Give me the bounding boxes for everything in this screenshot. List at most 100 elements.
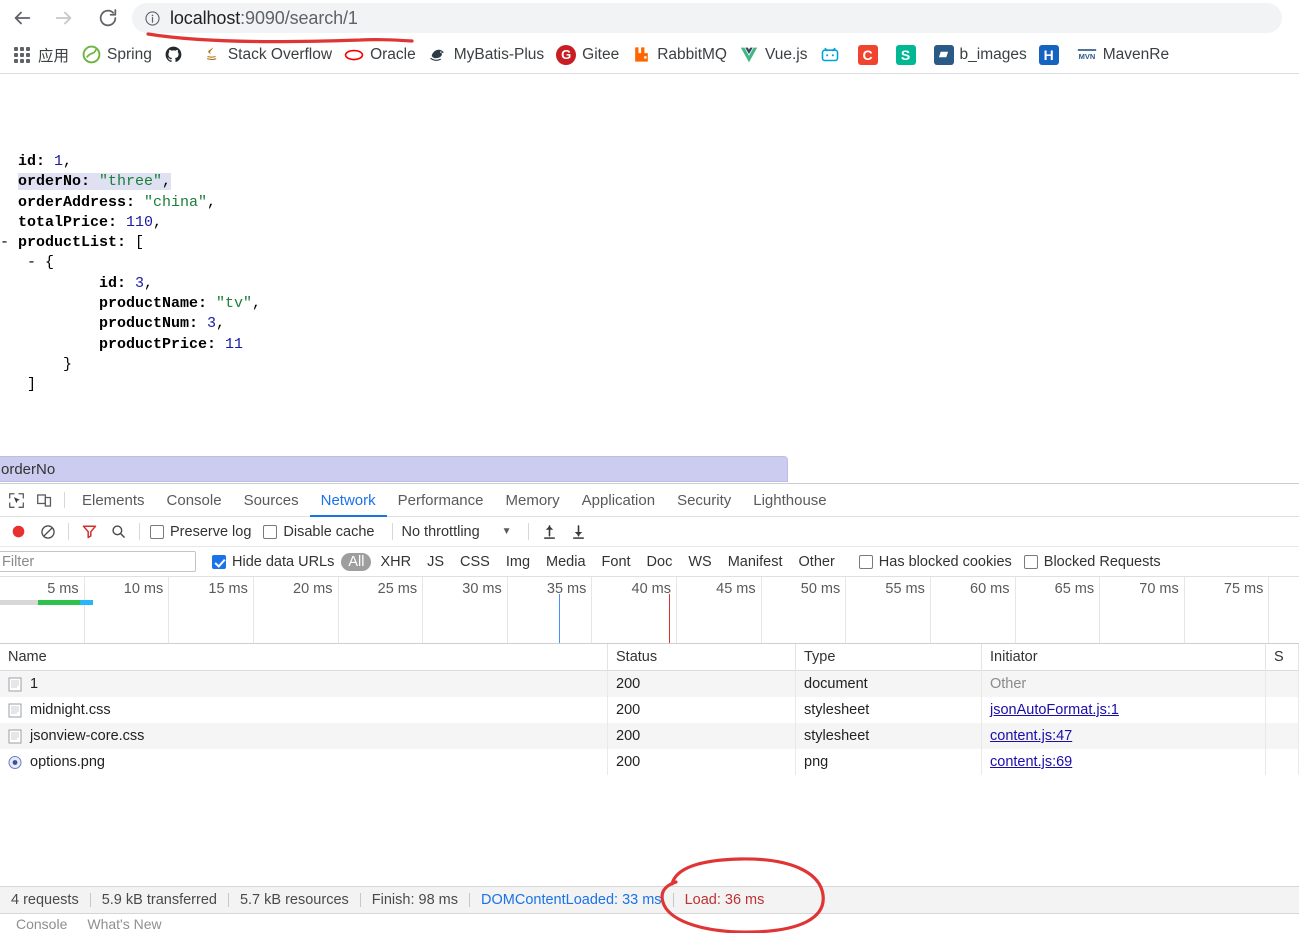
bookmark-spring[interactable]: Spring — [75, 41, 158, 69]
bookmark-rabbitmq[interactable]: RabbitMQ — [625, 41, 733, 69]
json-value: { — [45, 254, 55, 272]
bookmark-mybatis-plus[interactable]: MyBatis-Plus — [422, 41, 550, 69]
bookmark-oracle[interactable]: Oracle — [338, 41, 422, 69]
column-header-s[interactable]: S — [1266, 644, 1299, 671]
column-header-status[interactable]: Status — [608, 644, 796, 671]
cell-initiator-text[interactable]: content.js:47 — [990, 728, 1072, 744]
disable-cache-checkbox[interactable]: Disable cache — [263, 524, 374, 540]
bookmark-s[interactable]: S — [890, 41, 928, 69]
bookmark-maven-repository[interactable]: MVN MavenRe — [1071, 41, 1175, 69]
reload-button[interactable] — [90, 0, 126, 36]
svg-text:MVN: MVN — [1078, 52, 1095, 61]
bookmark-gitee[interactable]: G Gitee — [550, 41, 625, 69]
filter-type-manifest[interactable]: Manifest — [721, 553, 790, 571]
tab-sources[interactable]: Sources — [233, 484, 310, 517]
drawer-tab-console[interactable]: Console — [6, 916, 77, 932]
json-tree[interactable]: id: 1, orderNo: "three", orderAddress: "ch… — [0, 152, 261, 396]
tab-application[interactable]: Application — [571, 484, 666, 517]
hide-data-urls-checkbox[interactable]: Hide data URLs — [212, 554, 334, 570]
tab-elements[interactable]: Elements — [71, 484, 156, 517]
tab-lighthouse[interactable]: Lighthouse — [742, 484, 837, 517]
tab-network[interactable]: Network — [310, 484, 387, 517]
blocked-requests-checkbox[interactable]: Blocked Requests — [1023, 554, 1161, 570]
device-toolbar-icon[interactable] — [30, 487, 58, 513]
filter-type-media[interactable]: Media — [539, 553, 593, 571]
column-header-initiator[interactable]: Initiator — [982, 644, 1266, 671]
tab-security[interactable]: Security — [666, 484, 742, 517]
json-line: productPrice: 11 — [0, 335, 261, 355]
find-highlight-bar[interactable]: orderNo — [0, 456, 788, 482]
filter-input[interactable]: Filter — [0, 551, 196, 572]
bookmark-github[interactable] — [158, 41, 196, 69]
table-row[interactable]: options.png 200 png content.js:69 — [0, 749, 1299, 775]
bookmark-h[interactable]: H — [1033, 41, 1071, 69]
has-blocked-cookies-checkbox[interactable]: Has blocked cookies — [858, 554, 1012, 570]
import-arrow-up-icon[interactable] — [535, 519, 564, 545]
filter-type-ws[interactable]: WS — [681, 553, 718, 571]
table-row[interactable]: jsonview-core.css 200 stylesheet content.js… — [0, 723, 1299, 749]
back-button[interactable] — [4, 0, 40, 36]
json-key: productName: — [99, 295, 217, 313]
bookmark-bilibili[interactable] — [814, 41, 852, 69]
maven-icon: MVN — [1077, 45, 1097, 65]
tab-memory[interactable]: Memory — [495, 484, 571, 517]
cell-name[interactable]: jsonview-core.css — [0, 723, 608, 749]
bookmarks-bar[interactable]: 应用 Spring Stack Overflow Oracle MyBatis-… — [0, 36, 1299, 74]
url-text[interactable]: localhost:9090/search/1 — [166, 8, 358, 29]
java-duke-icon — [202, 45, 222, 65]
cell-status: 200 — [608, 723, 796, 749]
checkbox-box — [212, 554, 226, 569]
table-header-row[interactable]: Name Status Type Initiator S — [0, 644, 1299, 671]
filter-type-doc[interactable]: Doc — [640, 553, 680, 571]
json-line: productName: "tv", — [0, 294, 261, 314]
record-circle-icon[interactable] — [4, 519, 33, 545]
clear-no-entry-icon[interactable] — [33, 519, 62, 545]
bookmark-stack-overflow[interactable]: Stack Overflow — [196, 41, 338, 69]
export-arrow-down-icon[interactable] — [564, 519, 593, 545]
json-collapse-toggle[interactable]: - — [27, 253, 36, 273]
tab-console[interactable]: Console — [156, 484, 233, 517]
mybatis-bird-icon — [428, 45, 448, 65]
filter-type-font[interactable]: Font — [595, 553, 638, 571]
table-row[interactable]: 1 200 document Other — [0, 671, 1299, 697]
tab-performance[interactable]: Performance — [387, 484, 495, 517]
filter-type-xhr[interactable]: XHR — [373, 553, 418, 571]
inspect-element-icon[interactable] — [2, 487, 30, 513]
json-line-content: orderAddress: "china", — [18, 194, 216, 211]
forward-button[interactable] — [46, 0, 82, 36]
table-row[interactable]: midnight.css 200 stylesheet jsonAutoFormat.… — [0, 697, 1299, 723]
info-circle-icon[interactable] — [138, 8, 166, 28]
cell-name[interactable]: 1 — [0, 671, 608, 697]
throttling-dropdown[interactable]: No throttling ▼ — [401, 524, 511, 540]
cell-type: document — [796, 671, 982, 697]
status-dom-content-loaded: DOMContentLoaded: 33 ms — [481, 892, 662, 908]
filter-type-img[interactable]: Img — [499, 553, 537, 571]
column-header-name[interactable]: Name — [0, 644, 608, 671]
filter-type-other[interactable]: Other — [792, 553, 842, 571]
cell-name[interactable]: options.png — [0, 749, 608, 775]
bookmark-vuejs[interactable]: Vue.js — [733, 41, 814, 69]
network-overview-timeline[interactable]: 5 ms 10 ms 15 ms 20 ms 25 ms 30 ms 35 ms 40 ms 4… — [0, 577, 1299, 644]
bookmark-b-images[interactable]: b_images — [928, 41, 1033, 69]
column-header-type[interactable]: Type — [796, 644, 982, 671]
cell-name[interactable]: midnight.css — [0, 697, 608, 723]
filter-funnel-icon[interactable] — [75, 519, 104, 545]
bookmark-apps[interactable]: 应用 — [6, 41, 75, 69]
cell-initiator-text[interactable]: content.js:69 — [990, 754, 1072, 770]
json-collapse-toggle[interactable]: - — [0, 233, 9, 253]
bookmark-c[interactable]: C — [852, 41, 890, 69]
cell-initiator-text[interactable]: jsonAutoFormat.js:1 — [990, 702, 1119, 718]
json-key: orderAddress: — [18, 193, 145, 211]
cell-type: stylesheet — [796, 723, 982, 749]
preserve-log-checkbox[interactable]: Preserve log — [150, 524, 251, 540]
json-line-content: orderNo: "three", — [18, 173, 172, 191]
json-value: 11 — [225, 335, 244, 353]
json-value: 110 — [126, 213, 154, 231]
filter-type-all[interactable]: All — [341, 552, 372, 571]
drawer-tab-whats-new[interactable]: What's New — [77, 916, 171, 932]
address-bar[interactable]: localhost:9090/search/1 — [132, 3, 1282, 33]
json-line: orderAddress: "china", — [0, 193, 261, 213]
filter-type-css[interactable]: CSS — [453, 553, 497, 571]
search-magnifier-icon[interactable] — [104, 519, 133, 545]
filter-type-js[interactable]: JS — [420, 553, 451, 571]
